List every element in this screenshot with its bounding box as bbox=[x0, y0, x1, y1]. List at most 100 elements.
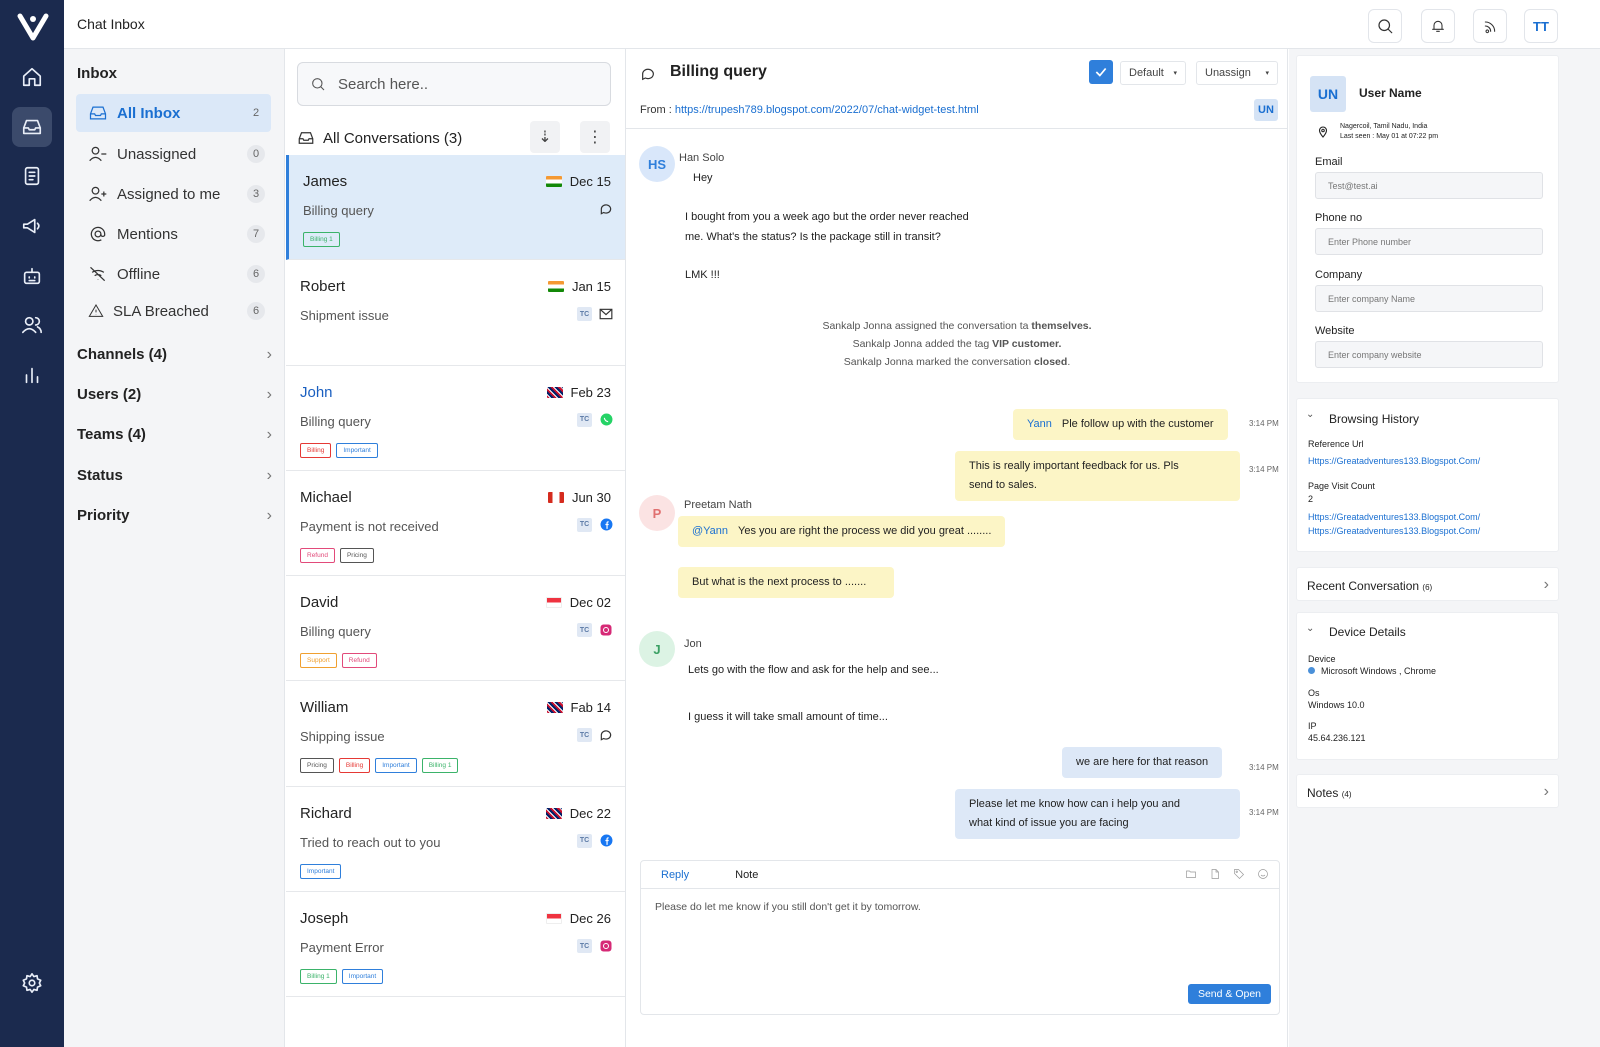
chevron-down-icon[interactable]: ⌄ bbox=[1306, 409, 1314, 420]
priority-dropdown[interactable]: Default ▾ bbox=[1120, 61, 1186, 85]
brand-logo bbox=[17, 13, 49, 41]
search-box[interactable] bbox=[297, 62, 611, 106]
notes-card[interactable]: Notes (4) › bbox=[1296, 774, 1559, 808]
device-value: Microsoft Windows , Chrome bbox=[1321, 666, 1437, 676]
company-field[interactable]: Enter company Name bbox=[1315, 285, 1543, 312]
nav-item-unassigned[interactable]: Unassigned 0 bbox=[76, 135, 271, 173]
tag-chip: Important bbox=[300, 863, 342, 879]
app-rail bbox=[0, 0, 64, 1047]
reply-composer: Reply Note Please do let me know if you … bbox=[640, 860, 1280, 1015]
megaphone-icon[interactable] bbox=[12, 206, 52, 246]
conversation-row[interactable]: James Dec 15 Billing query Billing 1 bbox=[286, 155, 625, 261]
tab-note[interactable]: Note bbox=[735, 869, 758, 881]
contact-avatar: UN bbox=[1310, 76, 1346, 112]
document-icon[interactable] bbox=[12, 156, 52, 196]
analytics-icon[interactable] bbox=[12, 355, 52, 395]
team-badge: TC bbox=[577, 728, 592, 743]
conversation-rows: James Dec 15 Billing query Billing 1 Rob… bbox=[286, 155, 625, 998]
more-options-button[interactable]: ⋮ bbox=[580, 121, 610, 153]
nav-group-channels[interactable]: Channels (4) › bbox=[77, 346, 272, 364]
visit-url-link[interactable]: Https://Greatadventures133.Blogspot.Com/ bbox=[1308, 512, 1480, 522]
conversation-date: Jan 15 bbox=[547, 279, 611, 294]
search-button[interactable] bbox=[1368, 9, 1402, 43]
nav-item-all-inbox[interactable]: All Inbox 2 bbox=[76, 94, 271, 132]
email-field[interactable]: Test@test.ai bbox=[1315, 172, 1543, 199]
search-input[interactable] bbox=[338, 75, 578, 93]
sender-name: Jon bbox=[684, 638, 702, 650]
conversation-row[interactable]: Michael Jun 30 Payment is not received T… bbox=[286, 471, 625, 577]
settings-icon[interactable] bbox=[12, 963, 52, 1003]
sort-button[interactable]: ⇣ bbox=[530, 121, 560, 153]
tag-icon[interactable] bbox=[1233, 868, 1245, 880]
flag-icon bbox=[546, 702, 563, 714]
nav-item-assigned-to-me[interactable]: Assigned to me 3 bbox=[76, 175, 271, 213]
conversation-row[interactable]: Joseph Dec 26 Payment Error TC Billing 1… bbox=[286, 892, 625, 998]
browsing-history-title[interactable]: Browsing History bbox=[1329, 412, 1419, 426]
visit-url-link[interactable]: Https://Greatadventures133.Blogspot.Com/ bbox=[1308, 526, 1480, 536]
conversation-row[interactable]: John Feb 23 Billing query TC Billing Impo… bbox=[286, 366, 625, 471]
location-pin-icon bbox=[1318, 126, 1328, 138]
timestamp: 3:14 PM bbox=[1249, 763, 1279, 772]
inbox-icon[interactable] bbox=[12, 107, 52, 147]
nav-item-label: Offline bbox=[117, 265, 161, 283]
tag-chip: Pricing bbox=[300, 758, 334, 774]
nav-item-sla-breached[interactable]: SLA Breached 6 bbox=[76, 292, 271, 330]
conversation-subject: Payment Error bbox=[300, 940, 384, 956]
assign-dropdown[interactable]: Unassign ▾ bbox=[1196, 61, 1278, 85]
conversations-title: All Conversations (3) bbox=[323, 129, 463, 147]
nav-group-teams[interactable]: Teams (4) › bbox=[77, 426, 272, 444]
emoji-icon[interactable] bbox=[1257, 868, 1269, 880]
team-badge: TC bbox=[577, 939, 592, 954]
notifications-button[interactable] bbox=[1421, 9, 1455, 43]
status-button[interactable] bbox=[1473, 9, 1507, 43]
nav-group-priority[interactable]: Priority › bbox=[77, 507, 272, 525]
facebook-icon bbox=[599, 518, 613, 532]
chat-header: Billing query Default ▾ Unassign ▾ From : … bbox=[626, 49, 1288, 129]
reply-textarea[interactable]: Please do let me know if you still don't… bbox=[655, 901, 1255, 961]
conversation-row[interactable]: Robert Jan 15 Shipment issue TC bbox=[286, 260, 625, 366]
nav-group-users[interactable]: Users (2) › bbox=[77, 386, 272, 404]
home-icon[interactable] bbox=[12, 57, 52, 97]
website-field[interactable]: Enter company website bbox=[1315, 341, 1543, 368]
instagram-icon bbox=[599, 623, 613, 637]
chevron-down-icon[interactable]: ⌄ bbox=[1306, 623, 1314, 634]
tab-reply[interactable]: Reply bbox=[661, 869, 689, 881]
mention[interactable]: Yann bbox=[1027, 418, 1052, 430]
source-link[interactable]: https://trupesh789.blogspot.com/2022/07/… bbox=[675, 104, 979, 116]
file-icon[interactable] bbox=[1209, 868, 1221, 880]
conversation-subject: Billing query bbox=[303, 203, 374, 218]
user-avatar-button[interactable]: TT bbox=[1524, 9, 1558, 43]
device-details-title[interactable]: Device Details bbox=[1329, 625, 1406, 639]
resolve-checkbox[interactable] bbox=[1089, 60, 1113, 84]
sender-name: Preetam Nath bbox=[684, 499, 752, 511]
users-icon[interactable] bbox=[12, 305, 52, 345]
conversation-row[interactable]: David Dec 02 Billing query TC Support Ref… bbox=[286, 576, 625, 682]
whatsapp-icon bbox=[599, 413, 613, 427]
user-plus-icon bbox=[89, 186, 107, 202]
conversation-row[interactable]: William Fab 14 Shipping issue TC Pricing… bbox=[286, 681, 625, 787]
bot-icon[interactable] bbox=[12, 256, 52, 296]
phone-field[interactable]: Enter Phone number bbox=[1315, 228, 1543, 255]
tag-chip: Important bbox=[375, 758, 417, 774]
reference-url-link[interactable]: Https://Greatadventures133.Blogspot.Com/ bbox=[1308, 456, 1480, 466]
folder-icon[interactable] bbox=[1185, 868, 1197, 880]
internal-note: Yann Ple follow up with the customer bbox=[1013, 409, 1228, 440]
nav-item-offline[interactable]: Offline 6 bbox=[76, 255, 271, 293]
nav-group-status[interactable]: Status › bbox=[77, 467, 272, 485]
timestamp: 3:14 PM bbox=[1249, 808, 1279, 817]
tag-chip: Billing bbox=[300, 442, 332, 458]
conversation-row[interactable]: Richard Dec 22 Tried to reach out to you… bbox=[286, 787, 625, 893]
nav-item-label: Mentions bbox=[117, 225, 178, 243]
assignee-badge[interactable]: UN bbox=[1254, 99, 1278, 121]
flag-icon bbox=[547, 281, 564, 293]
inbox-icon bbox=[298, 132, 314, 144]
tag-chip: Refund bbox=[341, 653, 377, 669]
recent-conversation-card[interactable]: Recent Conversation (6) › bbox=[1296, 567, 1559, 601]
inbox-nav: Inbox All Inbox 2 Unassigned 0 Assigned to… bbox=[64, 49, 285, 1047]
nav-item-mentions[interactable]: Mentions 7 bbox=[76, 215, 271, 253]
contact-name: John bbox=[300, 383, 333, 401]
mention[interactable]: @Yann bbox=[692, 525, 728, 537]
composer-tabs: Reply Note bbox=[641, 861, 1279, 889]
conversation-subject: Tried to reach out to you bbox=[300, 834, 441, 850]
send-open-button[interactable]: Send & Open bbox=[1187, 984, 1271, 1004]
